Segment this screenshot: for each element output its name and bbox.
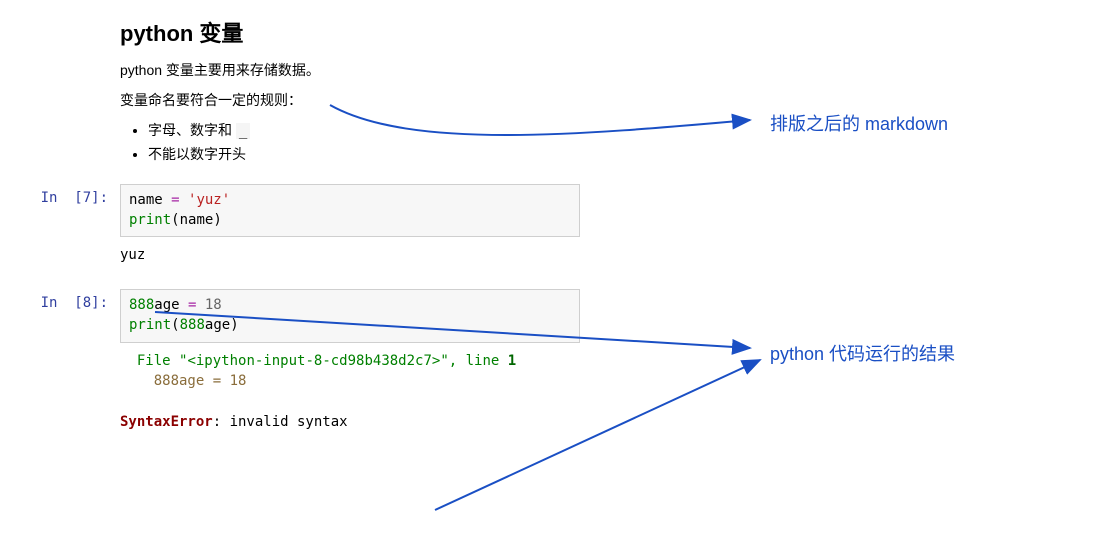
code-token: ( xyxy=(171,212,179,228)
error-type: SyntaxError xyxy=(120,414,213,430)
markdown-list: 字母、数字和 _ 不能以数字开头 xyxy=(120,120,640,164)
code-input[interactable]: name = 'yuz' print(name) xyxy=(120,184,580,237)
code-token: print xyxy=(129,317,171,333)
code-token: name xyxy=(129,192,171,208)
list-item: 字母、数字和 _ xyxy=(148,120,640,140)
list-item: 不能以数字开头 xyxy=(148,144,640,164)
error-text: 1 xyxy=(508,353,516,369)
code-cell-1: In [7]: name = 'yuz' print(name) xyxy=(0,184,640,237)
markdown-heading: python 变量 xyxy=(120,16,640,48)
error-text: <ipython-input-8-cd98b438d2c7> xyxy=(187,353,440,369)
markdown-paragraph-2: 变量命名要符合一定的规则： xyxy=(120,90,640,110)
code-token: = xyxy=(171,192,188,208)
code-token: ) xyxy=(230,317,238,333)
code-token: name xyxy=(180,212,214,228)
notebook-area: python 变量 python 变量主要用来存储数据。 变量命名要符合一定的规… xyxy=(0,0,640,436)
markdown-paragraph-1: python 变量主要用来存储数据。 xyxy=(120,60,640,80)
inline-code: _ xyxy=(236,123,250,139)
code-error-output: File "<ipython-input-8-cd98b438d2c7>", l… xyxy=(120,343,580,436)
list-item-text: 字母、数字和 xyxy=(148,122,236,138)
input-prompt: In [8]: xyxy=(0,289,120,311)
annotation-markdown: 排版之后的 markdown xyxy=(770,110,948,136)
code-token: 'yuz' xyxy=(188,192,230,208)
error-text: 888age = 18 xyxy=(120,373,246,389)
markdown-cell: python 变量 python 变量主要用来存储数据。 变量命名要符合一定的规… xyxy=(120,0,640,164)
code-token: print xyxy=(129,212,171,228)
code-token: 18 xyxy=(205,297,222,313)
code-token: ( xyxy=(171,317,179,333)
code-token: 888 xyxy=(180,317,205,333)
code-token: age xyxy=(154,297,188,313)
error-text: " xyxy=(440,353,448,369)
input-prompt: In [7]: xyxy=(0,184,120,206)
code-output: yuz xyxy=(120,237,580,269)
code-token: age xyxy=(205,317,230,333)
error-text: , line xyxy=(449,353,508,369)
code-input[interactable]: 888age = 18 print(888age) xyxy=(120,289,580,342)
error-message: : invalid syntax xyxy=(213,414,348,430)
code-token: ) xyxy=(213,212,221,228)
annotation-output: python 代码运行的结果 xyxy=(770,340,955,366)
code-cell-2: In [8]: 888age = 18 print(888age) xyxy=(0,289,640,342)
code-token: 888 xyxy=(129,297,154,313)
error-text: File xyxy=(120,353,179,369)
code-token: = xyxy=(188,297,205,313)
